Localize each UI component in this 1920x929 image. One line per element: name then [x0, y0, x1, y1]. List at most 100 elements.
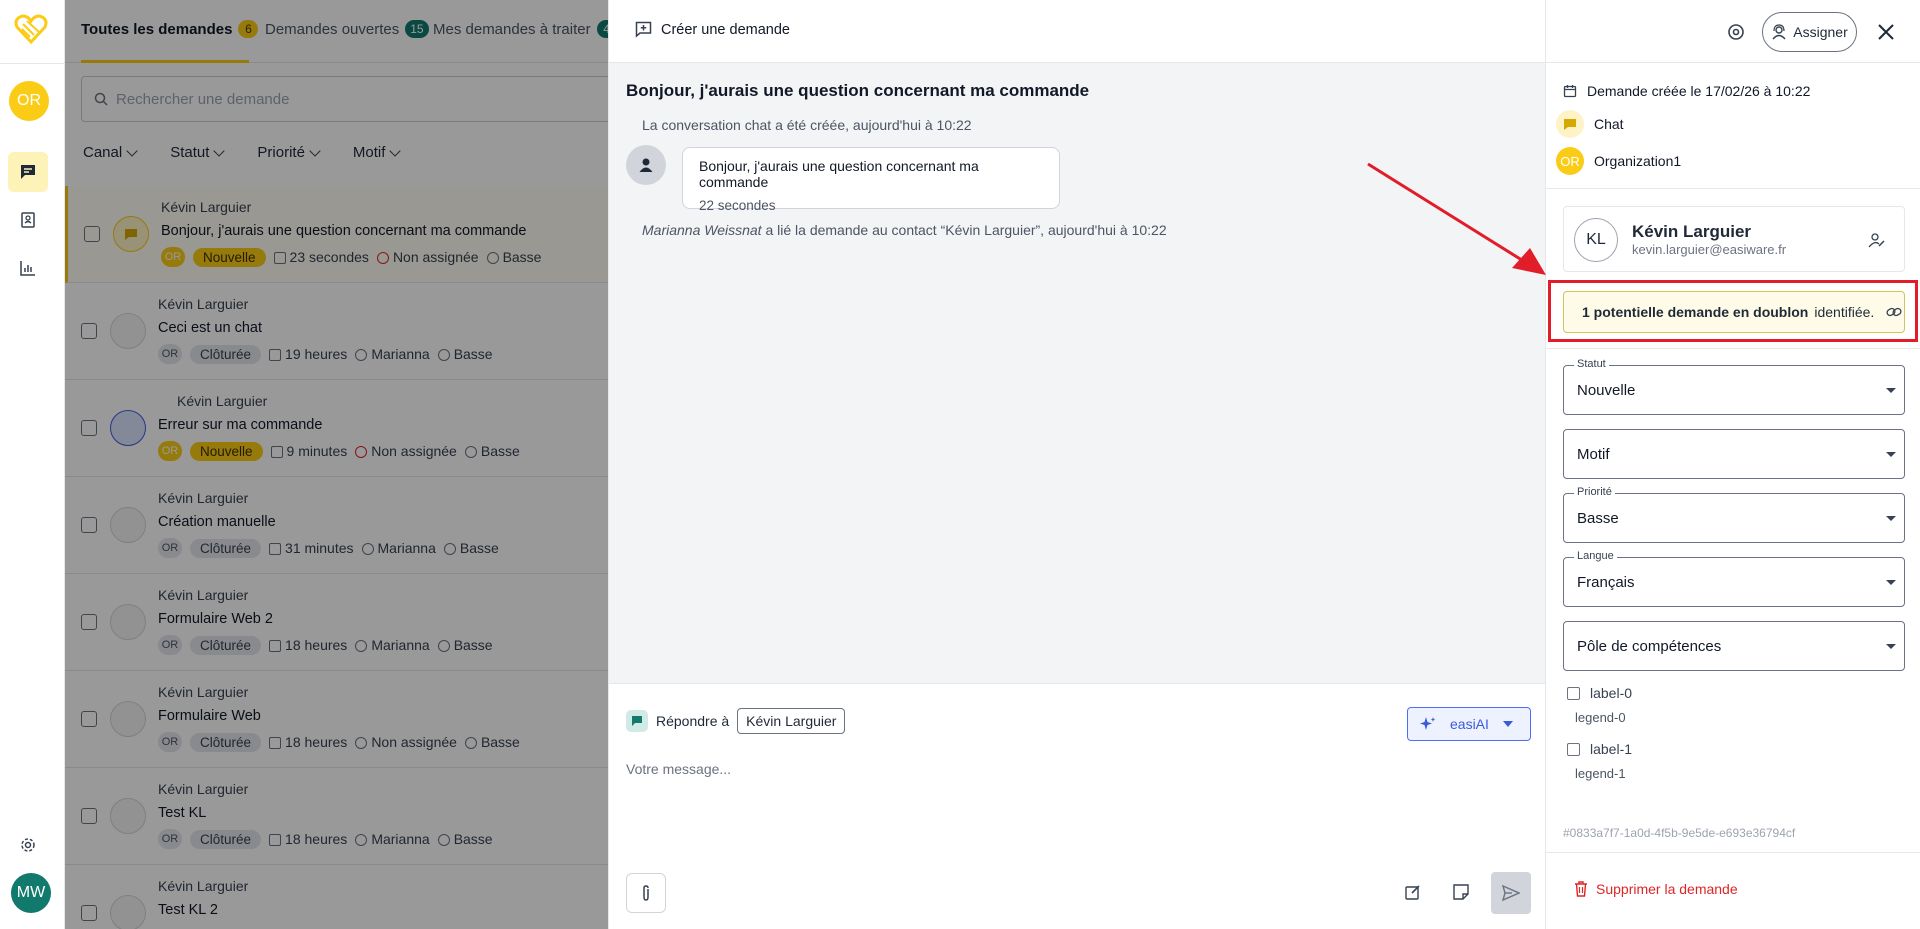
row-checkbox[interactable] — [84, 226, 100, 242]
field-value: Français — [1577, 574, 1635, 591]
list-item[interactable]: Kévin Larguier Formulaire Web 2 OR Clôtu… — [65, 574, 608, 671]
contact-card[interactable]: KL Kévin Larguier kevin.larguier@easiwar… — [1563, 206, 1905, 272]
field-value: Pôle de compétences — [1577, 638, 1722, 655]
divider — [1546, 188, 1920, 189]
user-avatar[interactable]: OR — [9, 81, 49, 121]
user-icon — [355, 446, 368, 458]
reason-select[interactable]: Motif — [1563, 429, 1905, 479]
nav-settings-button[interactable] — [8, 825, 48, 865]
field-label: Statut — [1574, 358, 1609, 370]
edit-template-button[interactable] — [1401, 880, 1425, 904]
priority-icon — [486, 252, 499, 264]
field-label: Langue — [1574, 550, 1617, 562]
agent-avatar[interactable]: MW — [11, 873, 51, 913]
tab-open-requests[interactable]: Demandes ouvertes 15 — [265, 20, 429, 38]
recipient-chip[interactable]: Kévin Larguier — [737, 708, 846, 734]
conversation-title: Bonjour, j'aurais une question concernan… — [626, 81, 1090, 100]
search-placeholder: Rechercher une demande — [116, 90, 290, 108]
calendar-icon — [270, 446, 283, 458]
form-channel-icon — [110, 410, 146, 446]
label-1-checkbox[interactable] — [1567, 743, 1580, 756]
contact-email: kevin.larguier@easiware.fr — [1632, 242, 1787, 257]
channel-info: Chat — [1556, 110, 1624, 138]
nav-requests-button[interactable] — [8, 152, 48, 192]
change-contact-icon[interactable] — [1868, 231, 1886, 249]
reply-composer: Répondre à Kévin Larguier easiAI Votre m… — [609, 683, 1546, 929]
note-button[interactable] — [1449, 880, 1473, 904]
field-value: Basse — [1577, 510, 1619, 527]
contact-name: Kévin Larguier — [158, 684, 249, 700]
filter-reason[interactable]: Motif — [353, 144, 402, 161]
org-badge: OR — [158, 441, 182, 461]
list-item[interactable]: Kévin Larguier Bonjour, j'aurais une que… — [65, 186, 608, 283]
row-checkbox[interactable] — [81, 711, 97, 727]
status-select[interactable]: Statut Nouvelle — [1563, 358, 1905, 415]
contact-name: Kévin Larguier — [158, 490, 249, 506]
send-icon — [1502, 884, 1520, 902]
org-badge: OR — [158, 344, 182, 364]
search-input[interactable]: Rechercher une demande — [81, 76, 608, 122]
tab-my-requests[interactable]: Mes demandes à traiter 4 — [433, 20, 608, 38]
chat-bubble-icon — [1556, 110, 1584, 138]
skills-pole-select[interactable]: Pôle de compétences — [1563, 621, 1905, 671]
priority-icon — [437, 834, 450, 846]
message-input[interactable]: Votre message... — [626, 761, 731, 777]
app-logo[interactable] — [14, 14, 48, 44]
easiai-button[interactable]: easiAI — [1407, 707, 1531, 741]
sticky-note-icon — [1453, 884, 1469, 900]
attach-button[interactable] — [626, 873, 666, 913]
request-meta: OR Clôturée 18 heures Marianna Basse — [158, 829, 493, 849]
row-checkbox[interactable] — [81, 420, 97, 436]
conversation-panel: Créer une demande Bonjour, j'aurais une … — [608, 0, 1546, 929]
tab-all-requests[interactable]: Toutes les demandes 6 — [81, 20, 259, 38]
filter-priority[interactable]: Priorité — [257, 144, 321, 161]
status-badge: Clôturée — [190, 635, 262, 655]
list-item[interactable]: Kévin Larguier Test KL OR Clôturée 18 he… — [65, 768, 608, 865]
priority-icon — [464, 446, 477, 458]
settings-target-icon[interactable] — [1724, 20, 1748, 44]
list-item[interactable]: Kévin Larguier Erreur sur ma commande OR… — [65, 380, 608, 477]
priority-icon — [437, 349, 450, 361]
duplicate-warning[interactable]: 1 potentielle demande en doublon identif… — [1563, 291, 1905, 333]
delete-request-button[interactable]: Supprimer la demande — [1574, 881, 1738, 897]
filter-channel[interactable]: Canal — [83, 144, 138, 161]
row-checkbox[interactable] — [81, 323, 97, 339]
customer-message: Bonjour, j'aurais une question concernan… — [682, 147, 1060, 213]
list-item[interactable]: Kévin Larguier Test KL 2 — [65, 865, 608, 929]
user-icon — [639, 158, 653, 172]
language-select[interactable]: Langue Français — [1563, 550, 1905, 607]
close-icon[interactable] — [1874, 20, 1898, 44]
list-item[interactable]: Kévin Larguier Formulaire Web OR Clôturé… — [65, 671, 608, 768]
gear-icon — [21, 838, 35, 852]
nav-contacts-button[interactable] — [8, 200, 48, 240]
row-checkbox[interactable] — [81, 905, 97, 921]
row-checkbox[interactable] — [81, 614, 97, 630]
field-value: Motif — [1577, 446, 1610, 463]
user-icon — [361, 543, 374, 555]
organization-name[interactable]: Organization1 — [1594, 153, 1681, 169]
list-item[interactable]: Kévin Larguier Création manuelle OR Clôt… — [65, 477, 608, 574]
label-0-checkbox[interactable] — [1567, 687, 1580, 700]
assign-button[interactable]: Assigner — [1762, 12, 1857, 52]
priority-select[interactable]: Priorité Basse — [1563, 486, 1905, 543]
chevron-down-icon — [213, 144, 226, 157]
creation-date: Demande créée le 17/02/26 à 10:22 — [1563, 83, 1810, 99]
link-icon[interactable] — [1886, 306, 1902, 318]
nav-stats-button[interactable] — [8, 248, 48, 288]
checkbox-label: label-0 — [1590, 685, 1633, 701]
caret-down-icon[interactable] — [1502, 721, 1513, 727]
paperclip-icon — [643, 885, 649, 901]
request-title: Erreur sur ma commande — [158, 417, 323, 433]
chevron-down-icon — [309, 144, 321, 157]
create-request-button[interactable]: Créer une demande — [635, 21, 790, 38]
send-button[interactable] — [1491, 872, 1531, 914]
list-item[interactable]: Kévin Larguier Ceci est un chat OR Clôtu… — [65, 283, 608, 380]
row-checkbox[interactable] — [81, 808, 97, 824]
filter-status[interactable]: Statut — [170, 144, 226, 161]
row-checkbox[interactable] — [81, 517, 97, 533]
contact-name: Kévin Larguier — [158, 296, 249, 312]
search-icon — [94, 92, 108, 106]
request-details-panel: Assigner Demande créée le 17/02/26 à 10:… — [1545, 0, 1920, 929]
caret-down-icon — [1886, 388, 1896, 393]
request-tabs: Toutes les demandes 6 Demandes ouvertes … — [65, 0, 608, 63]
